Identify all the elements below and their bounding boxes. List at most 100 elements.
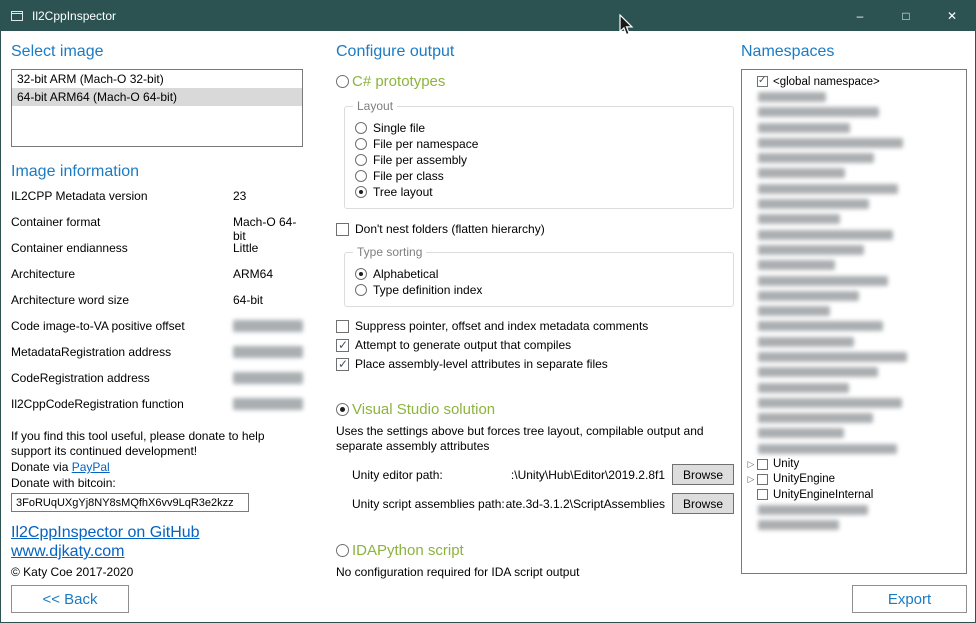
- redacted-namespace: [758, 352, 907, 362]
- donate-via-label: Donate via: [11, 460, 72, 474]
- namespace-checkbox[interactable]: [757, 76, 768, 87]
- website-link[interactable]: www.djkaty.com: [11, 543, 125, 561]
- output-option-checkbox[interactable]: [336, 339, 349, 352]
- namespace-item-redacted[interactable]: [745, 273, 963, 288]
- image-list-item[interactable]: 64-bit ARM64 (Mach-O 64-bit): [12, 88, 302, 106]
- namespace-item-redacted[interactable]: [745, 334, 963, 349]
- namespace-item-redacted[interactable]: [745, 166, 963, 181]
- namespace-item[interactable]: <global namespace>: [745, 74, 963, 89]
- redacted-namespace: [758, 214, 840, 224]
- expander-icon[interactable]: ▷: [745, 472, 757, 487]
- namespace-item-redacted[interactable]: [745, 196, 963, 211]
- layout-option-radio[interactable]: [355, 186, 367, 198]
- expander-icon[interactable]: ▷: [745, 457, 757, 472]
- type-sorting-option[interactable]: Type definition index: [355, 282, 723, 297]
- layout-option[interactable]: File per namespace: [355, 136, 723, 151]
- idapython-radio[interactable]: [336, 544, 349, 557]
- namespace-item-redacted[interactable]: [745, 349, 963, 364]
- back-button[interactable]: << Back: [11, 585, 129, 613]
- idapython-option[interactable]: IDAPython script: [336, 542, 738, 559]
- csharp-prototypes-radio[interactable]: [336, 75, 349, 88]
- image-info-row: Architecture word size64-bit: [11, 293, 303, 319]
- layout-options: Single fileFile per namespaceFile per as…: [355, 120, 723, 199]
- redacted-namespace: [758, 184, 898, 194]
- layout-option[interactable]: File per class: [355, 168, 723, 183]
- flatten-hierarchy-option[interactable]: Don't nest folders (flatten hierarchy): [336, 222, 738, 236]
- csharp-prototypes-option[interactable]: C# prototypes: [336, 73, 738, 90]
- unity-editor-browse-button[interactable]: Browse: [672, 464, 734, 485]
- namespace-item-redacted[interactable]: [745, 258, 963, 273]
- maximize-button[interactable]: □: [883, 1, 929, 31]
- image-info-value: Mach-O 64-bit: [233, 215, 303, 243]
- type-sorting-option-radio[interactable]: [355, 284, 367, 296]
- namespace-item-redacted[interactable]: [745, 303, 963, 318]
- namespace-item-redacted[interactable]: [745, 227, 963, 242]
- visual-studio-description: Uses the settings above but forces tree …: [336, 424, 734, 454]
- layout-option[interactable]: File per assembly: [355, 152, 723, 167]
- output-option[interactable]: Suppress pointer, offset and index metad…: [336, 319, 738, 333]
- namespace-item-redacted[interactable]: [745, 150, 963, 165]
- minimize-button[interactable]: –: [837, 1, 883, 31]
- output-option[interactable]: Attempt to generate output that compiles: [336, 338, 738, 352]
- namespace-item-redacted[interactable]: [745, 426, 963, 441]
- namespace-item-redacted[interactable]: [745, 411, 963, 426]
- layout-option[interactable]: Single file: [355, 120, 723, 135]
- namespace-item-redacted[interactable]: [745, 120, 963, 135]
- layout-option-radio[interactable]: [355, 154, 367, 166]
- namespace-item-redacted[interactable]: [745, 89, 963, 104]
- namespace-item-redacted[interactable]: [745, 395, 963, 410]
- select-image-heading: Select image: [11, 43, 303, 61]
- namespace-checkbox[interactable]: [757, 489, 768, 500]
- unity-assemblies-browse-button[interactable]: Browse: [672, 493, 734, 514]
- output-option-checkbox[interactable]: [336, 320, 349, 333]
- namespace-item-redacted[interactable]: [745, 288, 963, 303]
- layout-option-radio[interactable]: [355, 138, 367, 150]
- export-button[interactable]: Export: [852, 585, 967, 613]
- image-list-item[interactable]: 32-bit ARM (Mach-O 32-bit): [12, 70, 302, 88]
- namespace-item-redacted[interactable]: [745, 518, 963, 533]
- namespace-label: Unity: [773, 458, 799, 470]
- bitcoin-address-input[interactable]: [11, 493, 249, 512]
- namespace-checkbox[interactable]: [757, 474, 768, 485]
- namespace-item-redacted[interactable]: [745, 441, 963, 456]
- paypal-link[interactable]: PayPal: [72, 459, 110, 475]
- namespace-checkbox[interactable]: [757, 459, 768, 470]
- image-info-label: MetadataRegistration address: [11, 345, 233, 359]
- namespace-item[interactable]: ▷UnityEngine: [745, 472, 963, 487]
- namespace-item-redacted[interactable]: [745, 365, 963, 380]
- redacted-namespace: [758, 321, 883, 331]
- output-option-checkbox[interactable]: [336, 358, 349, 371]
- namespace-item-redacted[interactable]: [745, 212, 963, 227]
- image-info-row: IL2CPP Metadata version23: [11, 189, 303, 215]
- type-sorting-option-radio[interactable]: [355, 268, 367, 280]
- namespace-item-redacted[interactable]: [745, 380, 963, 395]
- github-link[interactable]: Il2CppInspector on GitHub: [11, 524, 200, 542]
- layout-option-radio[interactable]: [355, 122, 367, 134]
- visual-studio-option[interactable]: Visual Studio solution: [336, 401, 738, 418]
- left-panel: Select image 32-bit ARM (Mach-O 32-bit)6…: [11, 37, 303, 622]
- layout-option-label: File per class: [373, 169, 444, 183]
- flatten-hierarchy-checkbox[interactable]: [336, 223, 349, 236]
- donate-paypal-line: Donate via PayPal: [11, 459, 303, 475]
- visual-studio-radio[interactable]: [336, 403, 349, 416]
- type-sorting-option-label: Alphabetical: [373, 267, 438, 281]
- namespace-item-redacted[interactable]: [745, 242, 963, 257]
- type-sorting-option[interactable]: Alphabetical: [355, 266, 723, 281]
- unity-assemblies-path-row: Unity script assemblies path: ate.3d-3.1…: [352, 493, 734, 514]
- namespace-item[interactable]: UnityEngineInternal: [745, 487, 963, 502]
- namespace-item[interactable]: ▷ Unity: [745, 456, 963, 471]
- image-info-label: Il2CppCodeRegistration function: [11, 397, 233, 411]
- layout-option-radio[interactable]: [355, 170, 367, 182]
- namespace-item-redacted[interactable]: [745, 105, 963, 120]
- namespace-item-redacted[interactable]: [745, 319, 963, 334]
- namespace-item-redacted[interactable]: [745, 502, 963, 517]
- redacted-value: [233, 398, 303, 410]
- window-title: Il2CppInspector: [32, 9, 116, 23]
- close-button[interactable]: ✕: [929, 1, 975, 31]
- output-option[interactable]: Place assembly-level attributes in separ…: [336, 357, 738, 371]
- image-info-label: Architecture word size: [11, 293, 233, 307]
- output-option-label: Place assembly-level attributes in separ…: [355, 357, 608, 371]
- namespace-item-redacted[interactable]: [745, 135, 963, 150]
- layout-option[interactable]: Tree layout: [355, 184, 723, 199]
- namespace-item-redacted[interactable]: [745, 181, 963, 196]
